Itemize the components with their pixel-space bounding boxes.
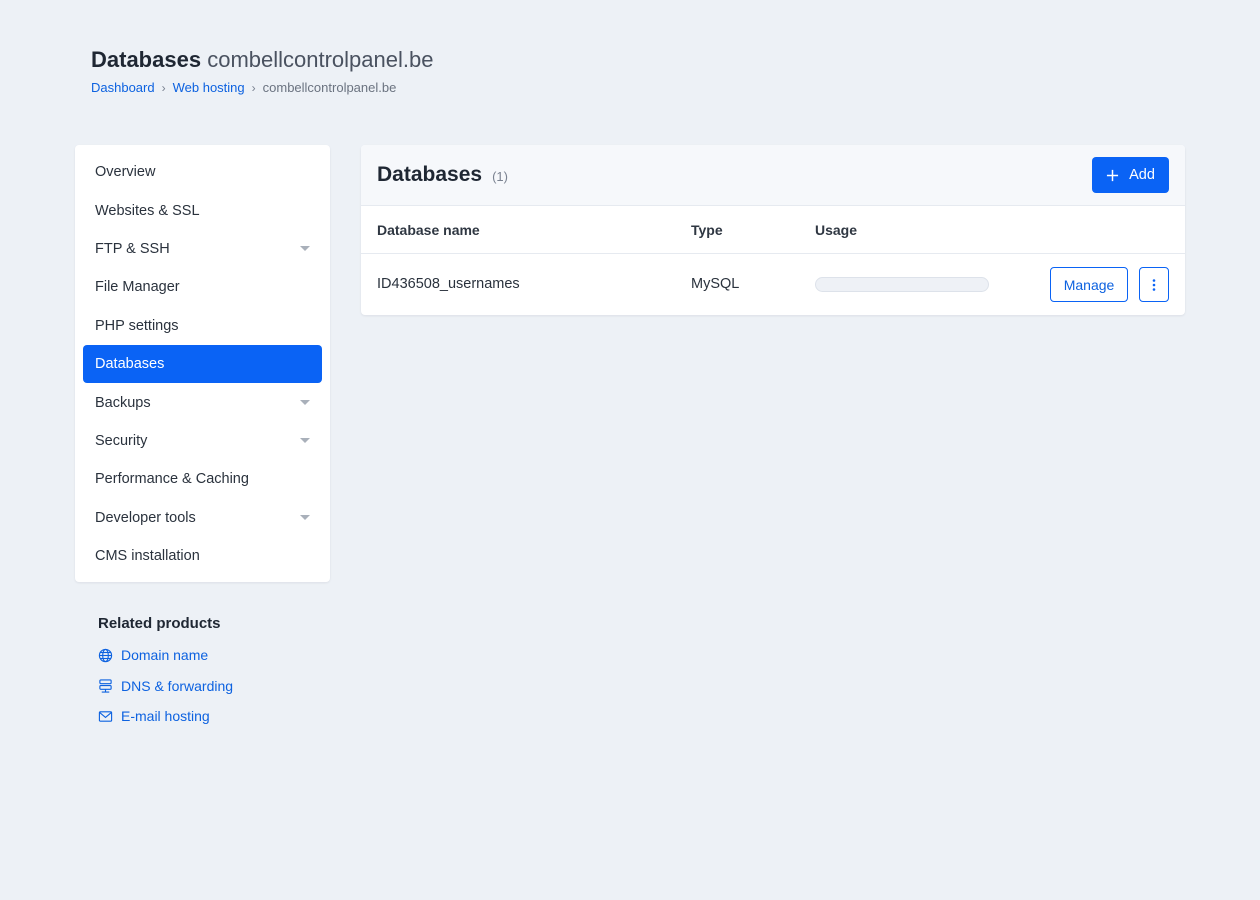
database-count: (1) [492, 169, 508, 184]
sidebar-item-label: Backups [95, 394, 151, 411]
sidebar-item-developer-tools[interactable]: Developer tools [83, 499, 322, 537]
breadcrumb: Dashboard › Web hosting › combellcontrol… [91, 80, 433, 95]
panel-title-group: Databases (1) [377, 163, 508, 187]
sidebar-nav: Overview Websites & SSL FTP & SSH File M… [75, 145, 330, 582]
sidebar-item-performance-caching[interactable]: Performance & Caching [83, 460, 322, 498]
add-button-label: Add [1129, 167, 1155, 183]
sidebar-item-php-settings[interactable]: PHP settings [83, 307, 322, 345]
related-products-title: Related products [98, 615, 221, 632]
database-type: MySQL [691, 276, 740, 292]
usage-bar [815, 277, 989, 292]
databases-panel: Databases (1) Add Database name Type Usa… [361, 145, 1185, 315]
related-link-label: DNS & forwarding [121, 677, 234, 694]
globe-icon [98, 648, 113, 662]
breadcrumb-separator: › [161, 80, 166, 95]
sidebar-item-label: File Manager [95, 279, 180, 296]
add-database-button[interactable]: Add [1092, 157, 1169, 193]
related-link-domain-name[interactable]: Domain name [98, 640, 233, 671]
related-link-label: E-mail hosting [121, 708, 210, 725]
sidebar-item-label: Performance & Caching [95, 471, 249, 488]
column-header-usage: Usage [815, 221, 858, 238]
sidebar-item-label: Developer tools [95, 509, 196, 526]
page-title: Databases combellcontrolpanel.be [91, 46, 433, 74]
sidebar-item-overview[interactable]: Overview [83, 153, 322, 191]
sidebar-item-cms-installation[interactable]: CMS installation [83, 537, 322, 575]
breadcrumb-web-hosting[interactable]: Web hosting [173, 80, 245, 95]
sidebar-item-databases[interactable]: Databases [83, 344, 322, 384]
column-header-type: Type [691, 221, 723, 238]
sidebar-item-label: PHP settings [95, 317, 179, 334]
kebab-menu-icon [1152, 278, 1156, 291]
caret-down-icon [300, 400, 310, 406]
page-title-domain: combellcontrolpanel.be [207, 47, 434, 72]
panel-header: Databases (1) Add [361, 145, 1185, 206]
sidebar-item-label: Overview [95, 164, 156, 181]
sidebar-item-file-manager[interactable]: File Manager [83, 268, 322, 306]
manage-button[interactable]: Manage [1050, 267, 1128, 302]
sidebar-item-backups[interactable]: Backups [83, 383, 322, 421]
sidebar-item-label: Security [95, 432, 148, 449]
related-link-label: Domain name [121, 647, 209, 664]
breadcrumb-dashboard[interactable]: Dashboard [91, 80, 155, 95]
related-products: Related products Domain name DNS & forwa… [98, 615, 233, 732]
breadcrumb-current: combellcontrolpanel.be [262, 80, 397, 95]
page-title-section: Databases [91, 47, 202, 72]
sidebar-item-websites-ssl[interactable]: Websites & SSL [83, 191, 322, 229]
sidebar-item-label: CMS installation [95, 548, 200, 565]
related-link-email-hosting[interactable]: E-mail hosting [98, 701, 233, 732]
related-link-dns-forwarding[interactable]: DNS & forwarding [98, 671, 233, 702]
sidebar-item-label: Websites & SSL [95, 202, 200, 219]
caret-down-icon [300, 246, 310, 252]
sidebar-item-label: FTP & SSH [95, 240, 170, 257]
sidebar-item-label: Databases [95, 356, 165, 373]
caret-down-icon [300, 515, 310, 521]
envelope-icon [98, 711, 113, 722]
sidebar-item-security[interactable]: Security [83, 422, 322, 460]
panel-title: Databases [377, 163, 483, 186]
page-header: Databases combellcontrolpanel.be Dashboa… [91, 46, 433, 95]
dns-server-icon [99, 679, 112, 693]
column-header-database-name: Database name [377, 221, 480, 238]
caret-down-icon [300, 438, 310, 444]
plus-icon [1107, 169, 1119, 181]
table-header: Database name Type Usage [361, 206, 1185, 254]
table-row: ID436508_usernames MySQL Manage [361, 254, 1185, 314]
sidebar-item-ftp-ssh[interactable]: FTP & SSH [83, 230, 322, 268]
breadcrumb-separator: › [251, 80, 256, 95]
more-options-button[interactable] [1139, 267, 1169, 302]
database-name: ID436508_usernames [377, 276, 520, 292]
